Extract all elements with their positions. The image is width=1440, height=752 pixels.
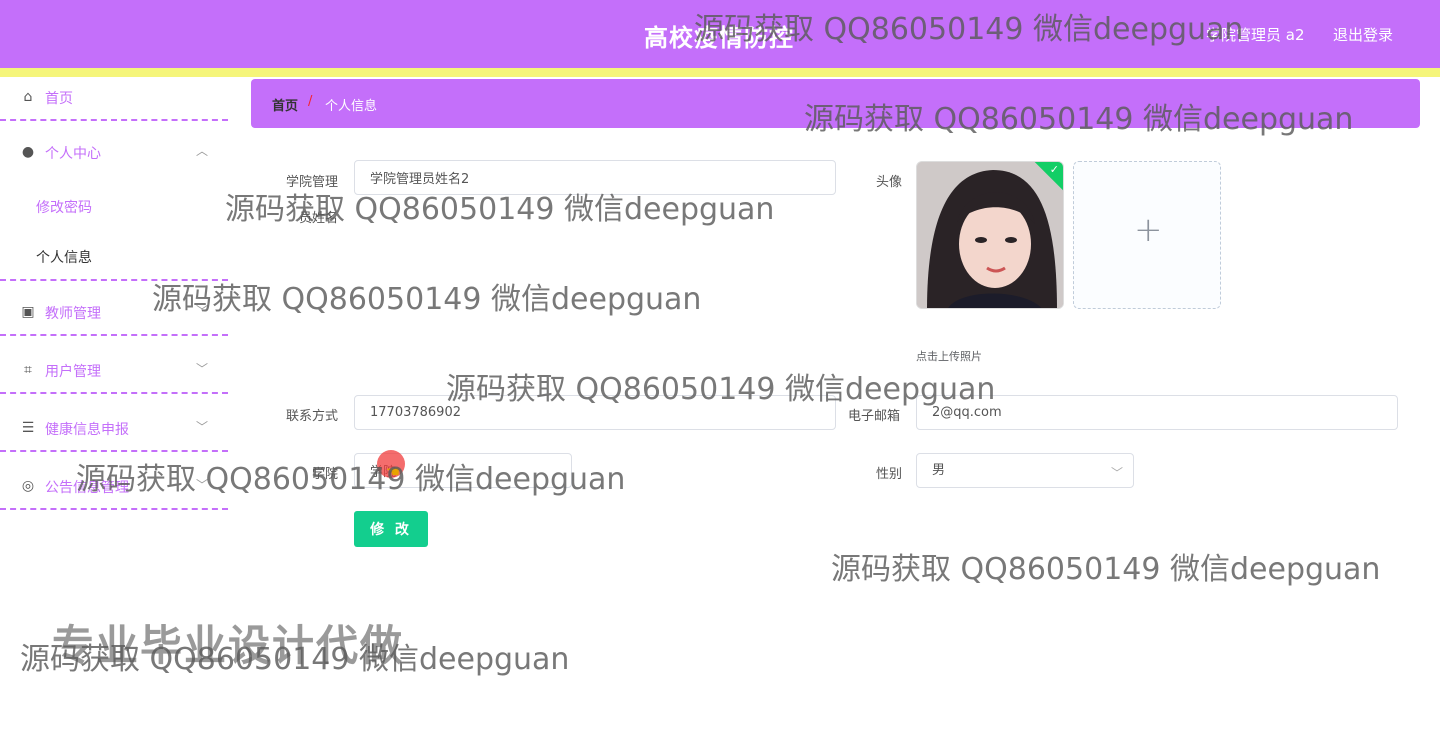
sidebar-item-label: 公告信息管理 — [45, 480, 129, 496]
breadcrumb-home[interactable]: 首页 — [272, 95, 298, 114]
sidebar-item-user-management[interactable]: ⌗ 用户管理 ﹀ — [0, 350, 228, 394]
submit-button[interactable]: 修 改 — [354, 511, 428, 547]
sidebar-item-personal-center[interactable]: ● 个人中心 ︿ — [0, 132, 228, 176]
name-input[interactable] — [354, 160, 836, 195]
sidebar-item-teacher-management[interactable]: ▣ 教师管理 ﹀ — [0, 292, 228, 336]
watermark: 源码获取 QQ86050149 微信deepguan — [152, 282, 702, 317]
plus-icon: + — [1134, 210, 1163, 250]
globe-icon: ◎ — [21, 478, 35, 494]
sidebar-item-health-report[interactable]: ☰ 健康信息申报 ﹀ — [0, 408, 228, 452]
sidebar-subitem-change-password[interactable]: 修改密码 — [36, 197, 92, 217]
sidebar-item-label: 教师管理 — [45, 306, 101, 322]
app-title: 高校疫情防控 — [644, 24, 794, 52]
chevron-up-icon: ︿ — [196, 144, 209, 158]
email-label: 电子邮箱 — [848, 409, 901, 424]
crop-icon: ⌗ — [24, 362, 32, 378]
phone-input[interactable] — [354, 395, 836, 430]
sidebar-item-home[interactable]: ⌂ 首页 — [0, 77, 228, 121]
sidebar-item-notice-management[interactable]: ◎ 公告信息管理 ﹀ — [0, 466, 228, 510]
chevron-down-icon: ﹀ — [196, 304, 209, 318]
sidebar-item-label: 个人中心 — [45, 146, 101, 162]
sidebar-item-label: 用户管理 — [45, 364, 101, 380]
phone-label: 联系方式 — [286, 409, 339, 424]
logout-link[interactable]: 退出登录 — [1333, 24, 1393, 45]
promo-banner: 专业毕业设计代做 — [52, 621, 405, 670]
avatar-label: 头像 — [876, 175, 903, 190]
home-icon: ⌂ — [23, 89, 33, 105]
chevron-down-icon: ﹀ — [196, 362, 209, 376]
sidebar-item-label: 健康信息申报 — [45, 422, 129, 438]
clipboard-icon: ▣ — [21, 304, 35, 320]
watermark: 源码获取 QQ86050149 微信deepguan — [831, 552, 1381, 587]
top-header: 高校疫情防控 学院管理员 a2 退出登录 — [0, 0, 1440, 68]
breadcrumb-separator: / — [308, 94, 313, 109]
college-label: 学院 — [312, 467, 339, 482]
divider — [0, 279, 228, 281]
list-icon: ☰ — [21, 420, 35, 436]
sidebar-subitem-personal-info[interactable]: 个人信息 — [36, 247, 92, 267]
current-user: 学院管理员 a2 — [1206, 26, 1305, 44]
name-label-line1: 学院管理 — [286, 175, 339, 190]
email-input[interactable] — [916, 395, 1398, 430]
user-icon: ● — [21, 144, 35, 160]
check-icon: ✓ — [1049, 163, 1059, 176]
name-label-line2: 员姓名 — [299, 211, 339, 226]
sidebar-item-label: 首页 — [45, 91, 73, 107]
chevron-down-icon: ﹀ — [196, 420, 209, 434]
gender-select[interactable]: 男 — [916, 453, 1134, 488]
avatar-photo — [917, 162, 1063, 308]
gender-select-value: 男 — [932, 463, 946, 478]
header-stripe — [0, 68, 1440, 77]
chevron-down-icon: ﹀ — [1111, 466, 1124, 480]
avatar[interactable]: ✓ — [916, 161, 1064, 309]
upload-button[interactable]: + — [1073, 161, 1221, 309]
gender-label: 性别 — [876, 467, 903, 482]
breadcrumb: 首页 / 个人信息 — [251, 79, 1420, 128]
upload-tip: 点击上传照片 — [916, 350, 982, 363]
breadcrumb-current: 个人信息 — [325, 99, 378, 114]
chevron-down-icon: ﹀ — [196, 478, 209, 492]
hand-cursor-icon: ☚ — [386, 462, 401, 481]
